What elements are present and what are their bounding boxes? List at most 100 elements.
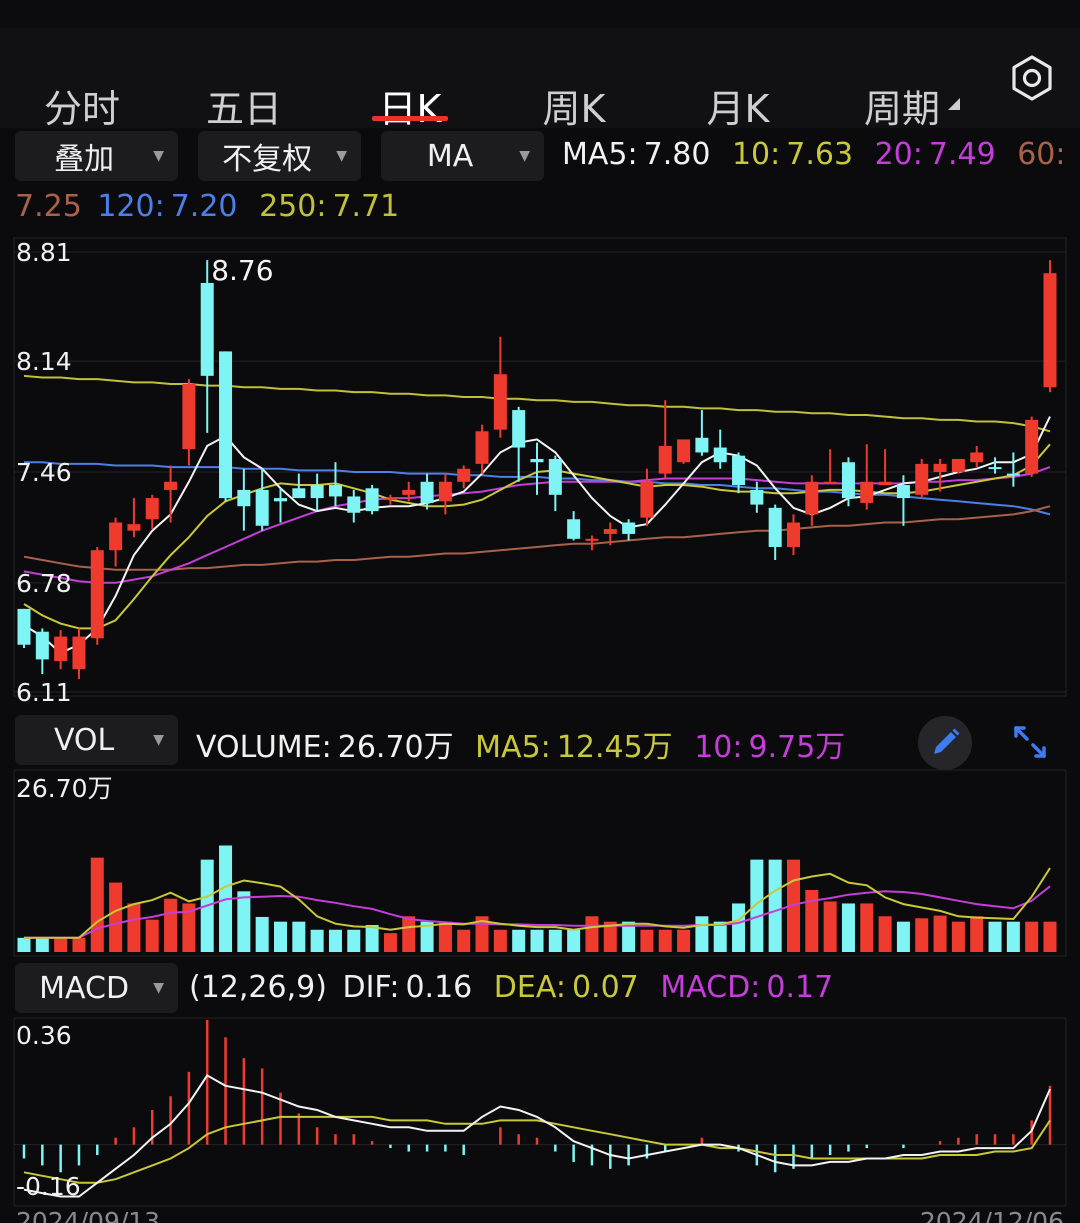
volume-bar bbox=[1006, 921, 1020, 952]
candle bbox=[493, 336, 507, 438]
candle bbox=[512, 406, 526, 482]
volume-bar bbox=[383, 933, 397, 952]
volume-bar bbox=[933, 915, 947, 952]
candle-body bbox=[530, 458, 544, 463]
candle-body bbox=[512, 410, 526, 448]
ma60-line bbox=[23, 505, 1051, 571]
volume-bar bbox=[127, 903, 141, 952]
candle-body bbox=[274, 498, 287, 502]
start-date-label: 2024/09/13 bbox=[16, 1207, 160, 1223]
candle-body bbox=[292, 488, 306, 499]
candle-body bbox=[90, 550, 104, 639]
candle bbox=[805, 475, 819, 526]
volume-bar bbox=[915, 918, 929, 952]
candle-body bbox=[402, 489, 416, 495]
candle-body bbox=[677, 439, 691, 463]
volume-bar bbox=[732, 903, 746, 952]
candle bbox=[383, 494, 397, 505]
candle bbox=[1043, 260, 1057, 393]
volume-bar bbox=[585, 916, 599, 952]
volume-bar bbox=[988, 921, 1002, 952]
volume-bar bbox=[750, 859, 764, 952]
macd-axis-min: -0.16 bbox=[16, 1172, 81, 1201]
volume-bar bbox=[35, 937, 49, 952]
candle-body bbox=[1025, 419, 1039, 474]
candle-body bbox=[365, 488, 379, 512]
candle-body bbox=[750, 489, 764, 505]
candle bbox=[860, 444, 874, 510]
candle-body bbox=[603, 529, 617, 534]
ma250-line bbox=[23, 374, 1051, 433]
price-axis-label: 6.78 bbox=[16, 569, 72, 598]
candle-body bbox=[35, 631, 49, 660]
candle bbox=[640, 468, 654, 526]
volume-bar bbox=[713, 921, 727, 952]
candle-body bbox=[805, 481, 819, 515]
volume-bar bbox=[658, 929, 672, 952]
candle-body bbox=[347, 496, 361, 513]
candle-body bbox=[17, 608, 31, 645]
volume-bar bbox=[493, 929, 507, 952]
volume-bar bbox=[768, 859, 782, 952]
candle-body bbox=[622, 522, 636, 534]
candle-body bbox=[787, 522, 800, 547]
kline-chart-svg[interactable]: 8.81 8.14 7.46 6.78 6.11 8.76 26.70万 0.36 -0.16 2… bbox=[0, 0, 1080, 1223]
candle-body bbox=[640, 481, 654, 518]
volume-bar bbox=[347, 929, 361, 952]
candle-body bbox=[548, 458, 562, 495]
candle bbox=[182, 379, 196, 466]
candle-body bbox=[54, 636, 68, 662]
candle bbox=[255, 468, 269, 531]
candle bbox=[72, 628, 86, 679]
candle bbox=[823, 449, 837, 484]
candle-body bbox=[585, 538, 599, 541]
candle bbox=[145, 494, 159, 530]
candle-body bbox=[127, 524, 141, 531]
candle bbox=[1025, 416, 1039, 477]
candle bbox=[438, 473, 452, 515]
candle bbox=[530, 442, 544, 495]
candle bbox=[713, 429, 727, 469]
volume-bar bbox=[328, 929, 342, 952]
candle-body bbox=[237, 489, 251, 507]
volume-bar bbox=[310, 929, 324, 952]
dea-line bbox=[23, 1115, 1051, 1184]
candle bbox=[1006, 452, 1020, 487]
volume-bar bbox=[438, 921, 452, 952]
candle-body bbox=[255, 489, 269, 526]
volume-bar bbox=[90, 857, 104, 952]
price-axis-label: 7.46 bbox=[16, 458, 72, 487]
candle-body bbox=[933, 463, 947, 472]
candle-body bbox=[988, 467, 1002, 470]
candle bbox=[677, 439, 691, 464]
volume-bar bbox=[951, 921, 965, 952]
candle-body bbox=[970, 452, 984, 463]
volume-bar bbox=[109, 882, 123, 952]
candle-body bbox=[72, 636, 86, 670]
macd-axis-max: 0.36 bbox=[16, 1021, 72, 1050]
volume-bar bbox=[365, 925, 379, 952]
candle-body bbox=[475, 431, 489, 464]
candle-body bbox=[713, 447, 727, 463]
candle bbox=[347, 489, 361, 523]
candle bbox=[841, 457, 855, 507]
candle bbox=[237, 468, 251, 531]
candle bbox=[310, 473, 324, 512]
volume-bar bbox=[695, 916, 709, 952]
candle-body bbox=[164, 481, 178, 490]
candle bbox=[750, 481, 764, 513]
candle-body bbox=[182, 384, 196, 450]
candle bbox=[970, 445, 984, 468]
volume-bar bbox=[145, 919, 159, 952]
candle bbox=[164, 465, 178, 523]
vol-axis-max: 26.70万 bbox=[16, 774, 113, 803]
volume-bar bbox=[1043, 921, 1057, 952]
candle-body bbox=[951, 458, 965, 472]
volume-bar bbox=[164, 898, 178, 952]
candle-body bbox=[200, 282, 214, 376]
volume-bar bbox=[402, 916, 416, 952]
candle-body bbox=[658, 445, 672, 474]
candle bbox=[475, 424, 489, 474]
candle bbox=[365, 485, 379, 515]
candle bbox=[787, 514, 800, 556]
